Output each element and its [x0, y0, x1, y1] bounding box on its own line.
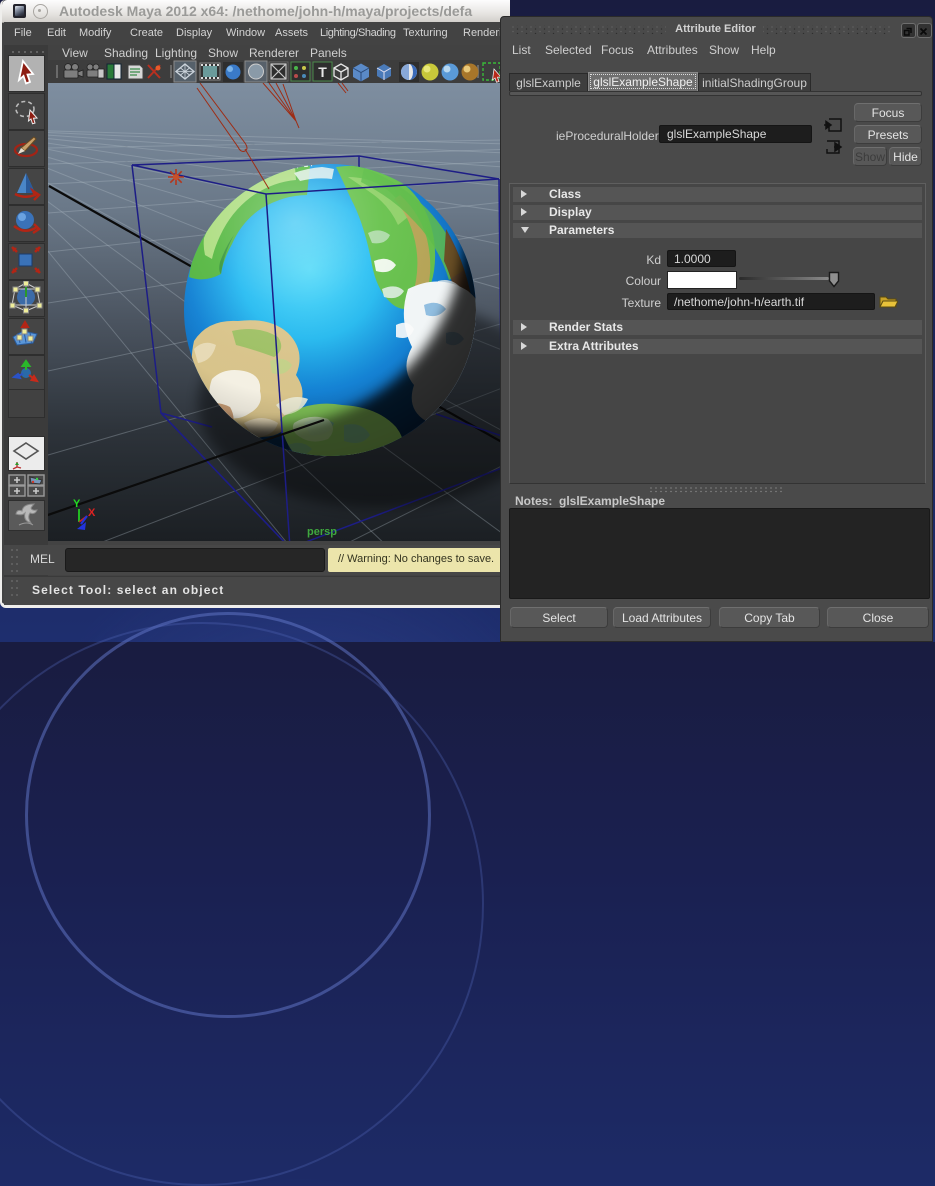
- svg-text:T: T: [318, 64, 327, 80]
- svg-text:X: X: [88, 507, 96, 519]
- svg-text:Y: Y: [73, 498, 81, 510]
- svg-text:persp: persp: [307, 526, 337, 538]
